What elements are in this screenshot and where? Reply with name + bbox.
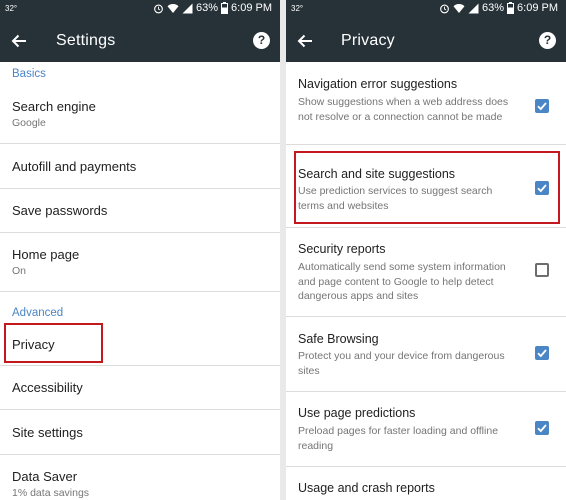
status-icons: 63% 6:09 PM — [439, 2, 558, 14]
item-description: Protect you and your device from dangero… — [298, 350, 505, 377]
item-description: Preload pages for faster loading and off… — [298, 425, 499, 452]
item-label: Privacy — [12, 337, 55, 352]
page-title: Privacy — [341, 32, 395, 49]
page-title: Settings — [56, 32, 116, 49]
safe-browsing-checkbox[interactable] — [535, 346, 549, 360]
item-label: Site settings — [12, 425, 83, 440]
privacy-item-security-reports[interactable]: Security reports Automatically send some… — [286, 228, 566, 316]
checkmark-icon — [537, 424, 547, 433]
settings-item-privacy[interactable]: Privacy — [0, 325, 280, 365]
item-label: Navigation error suggestions — [298, 77, 458, 91]
wifi-icon — [167, 3, 179, 13]
status-icons: 63% 6:09 PM — [153, 2, 272, 14]
wifi-icon — [453, 3, 465, 13]
privacy-item-page-predictions[interactable]: Use page predictions Preload pages for f… — [286, 392, 566, 466]
search-suggestions-checkbox[interactable] — [535, 181, 549, 195]
privacy-screen: 32° 63% 6:09 PM Privacy ? Navigation err… — [286, 0, 566, 500]
privacy-item-safe-browsing[interactable]: Safe Browsing Protect you and your devic… — [286, 317, 566, 391]
arrow-back-icon[interactable] — [296, 32, 314, 50]
page-predictions-checkbox[interactable] — [535, 421, 549, 435]
item-label: Safe Browsing — [298, 332, 379, 346]
help-icon[interactable]: ? — [253, 32, 270, 49]
settings-item-home-page[interactable]: Home page On — [0, 233, 280, 291]
item-label: Search and site suggestions — [298, 167, 456, 181]
item-label: Usage and crash reports — [298, 481, 435, 495]
privacy-app-bar: Privacy ? — [286, 20, 566, 62]
battery-percentage: 63% — [196, 2, 219, 14]
privacy-item-usage-reports[interactable]: Usage and crash reports — [286, 467, 566, 500]
divider — [0, 291, 280, 292]
item-value: Google — [12, 117, 46, 129]
arrow-back-icon[interactable] — [10, 32, 28, 50]
item-label: Data Saver — [12, 469, 78, 484]
settings-item-accessibility[interactable]: Accessibility — [0, 366, 280, 409]
item-description: Show suggestions when a web address does… — [298, 96, 509, 123]
item-label: Security reports — [298, 242, 386, 256]
settings-item-site-settings[interactable]: Site settings — [0, 410, 280, 454]
item-label: Accessibility — [12, 380, 83, 395]
privacy-item-search-suggestions[interactable]: Search and site suggestions Use predicti… — [286, 145, 566, 227]
item-value: On — [12, 265, 27, 277]
battery-icon — [221, 2, 229, 14]
settings-app-bar: Settings ? — [0, 20, 280, 62]
item-label: Search engine — [12, 99, 96, 114]
status-bar: 32° 63% 6:09 PM — [0, 0, 280, 20]
settings-item-autofill[interactable]: Autofill and payments — [0, 144, 280, 188]
status-temperature: 32° — [291, 4, 304, 13]
privacy-item-navigation-error[interactable]: Navigation error suggestions Show sugges… — [286, 62, 566, 144]
item-label: Use page predictions — [298, 406, 416, 420]
checkmark-icon — [537, 102, 547, 111]
settings-screen: 32° 63% 6:09 PM Settings ? Basics Search… — [0, 0, 280, 500]
item-label: Home page — [12, 247, 80, 262]
item-value: 1% data savings — [12, 487, 90, 499]
section-advanced: Advanced — [12, 307, 64, 319]
battery-icon — [507, 2, 515, 14]
signal-icon — [182, 3, 193, 13]
settings-item-search-engine[interactable]: Search engine Google — [0, 88, 280, 144]
checkmark-icon — [537, 184, 547, 193]
help-icon[interactable]: ? — [539, 32, 556, 49]
status-time: 6:09 PM — [517, 2, 558, 14]
alarm-icon — [154, 4, 163, 13]
status-temperature: 32° — [5, 4, 18, 13]
item-description: Use prediction services to suggest searc… — [298, 185, 493, 212]
status-bar: 32° 63% 6:09 PM — [286, 0, 566, 20]
checkmark-icon — [537, 349, 547, 358]
section-basics: Basics — [12, 68, 46, 80]
navigation-error-checkbox[interactable] — [535, 99, 549, 113]
item-label: Save passwords — [12, 203, 108, 218]
status-time: 6:09 PM — [231, 2, 272, 14]
settings-item-save-passwords[interactable]: Save passwords — [0, 189, 280, 232]
battery-percentage: 63% — [482, 2, 505, 14]
signal-icon — [468, 3, 479, 13]
item-label: Autofill and payments — [12, 159, 137, 174]
alarm-icon — [440, 4, 449, 13]
item-description: Automatically send some system informati… — [298, 261, 506, 302]
settings-item-data-saver[interactable]: Data Saver 1% data savings — [0, 455, 280, 500]
security-reports-checkbox[interactable] — [535, 263, 549, 277]
